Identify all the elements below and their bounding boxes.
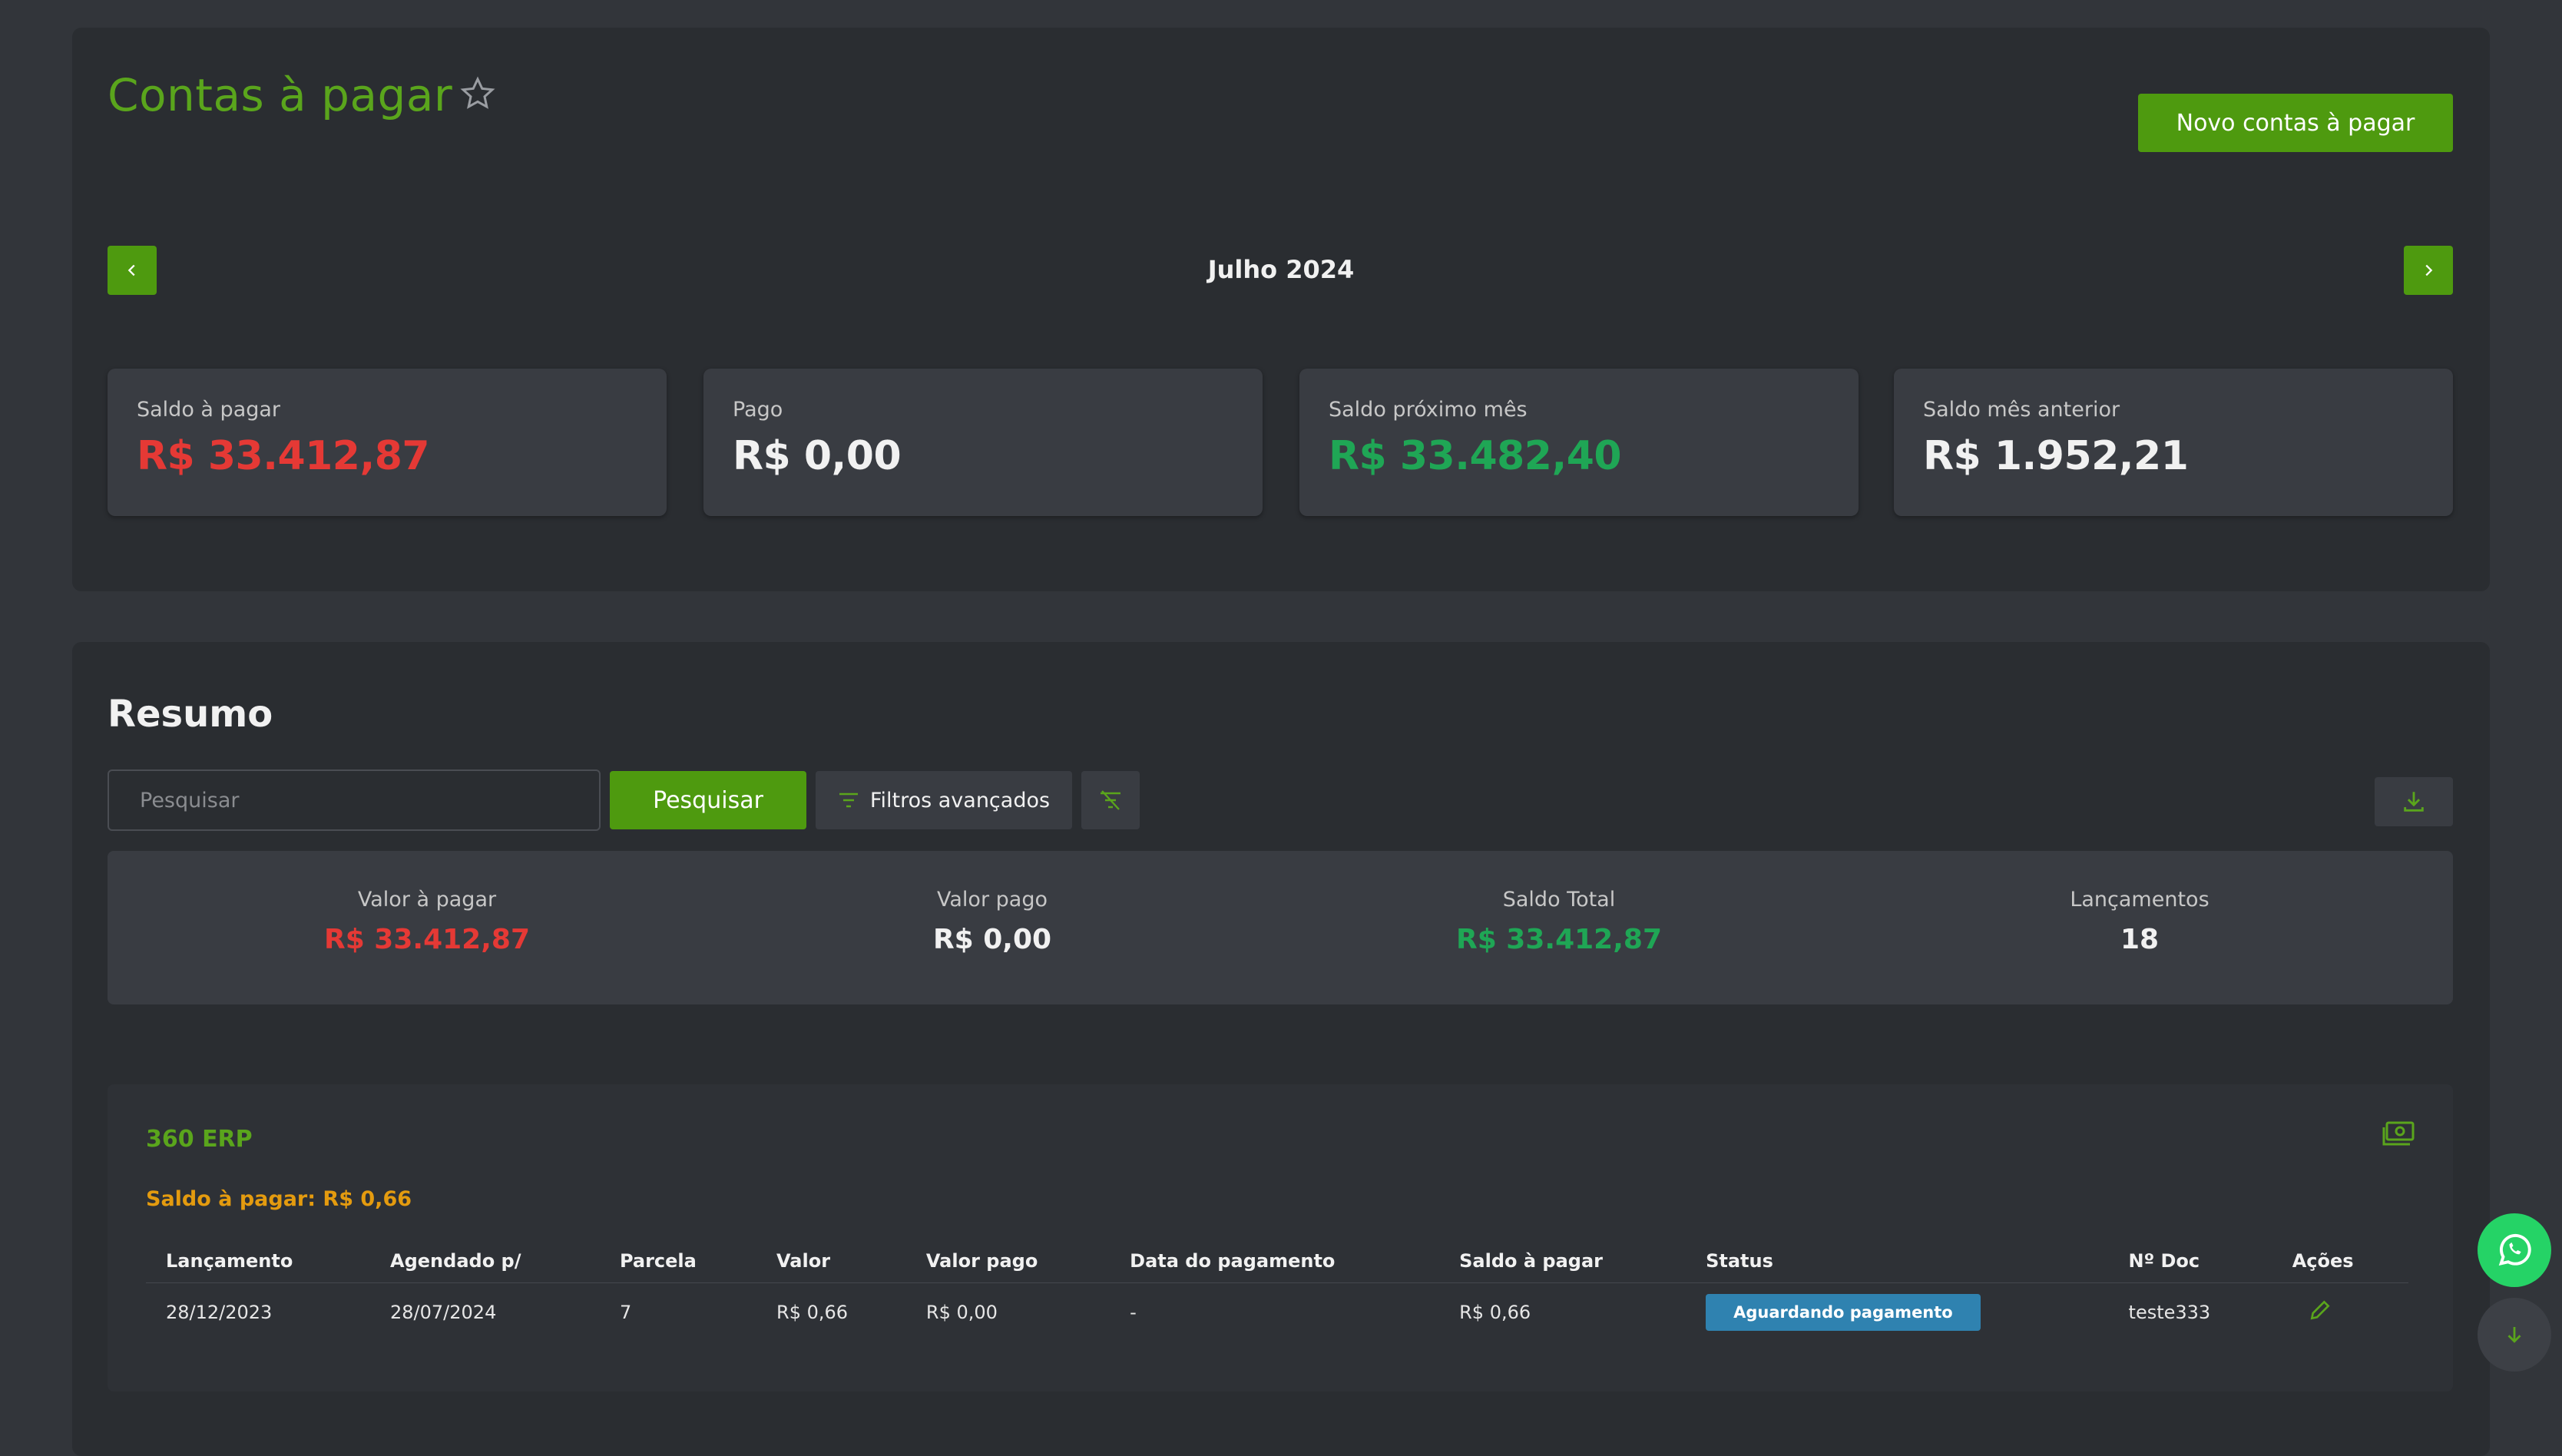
download-icon — [2404, 792, 2424, 812]
stat-label: Pago — [733, 398, 783, 422]
stat-value: R$ 33.412,87 — [137, 433, 430, 479]
column-header: Lançamento — [146, 1243, 371, 1283]
stat-label: Saldo próximo mês — [1329, 398, 1528, 422]
summary-value: R$ 0,00 — [932, 924, 1052, 955]
summary-saldo-total: Saldo Total R$ 33.412,87 — [1329, 888, 1789, 955]
supplier-group: 360 ERP Saldo à pagar: R$ 0,66 Lançament… — [108, 1084, 2453, 1391]
summary-valor-a-pagar: Valor à pagar R$ 33.412,87 — [197, 888, 657, 955]
page-title: Contas à pagar — [108, 69, 453, 121]
cell-lancamento: 28/12/2023 — [166, 1302, 273, 1323]
cell-actions — [2272, 1283, 2408, 1342]
cell-data-pagamento: - — [1130, 1302, 1137, 1323]
summary-card: Resumo Pesquisar Filtros avançados Valor… — [72, 642, 2490, 1456]
stat-card-saldo-a-pagar: Saldo à pagar R$ 33.412,87 — [108, 369, 667, 516]
summary-lancamentos: Lançamentos 18 — [1909, 888, 2370, 955]
supplier-name: 360 ERP — [146, 1126, 253, 1153]
table-row: 28/12/2023 28/07/2024 7 R$ 0,66 R$ 0,00 … — [146, 1283, 2408, 1342]
cell-doc: teste333 — [2128, 1302, 2211, 1323]
star-favorite-icon[interactable] — [459, 75, 496, 112]
current-month-label: Julho 2024 — [1207, 255, 1355, 284]
summary-valor-pago: Valor pago R$ 0,00 — [762, 888, 1223, 955]
stat-value: R$ 33.482,40 — [1329, 433, 1622, 479]
status-badge: Aguardando pagamento — [1706, 1294, 1981, 1331]
next-month-button[interactable] — [2404, 246, 2453, 295]
download-button[interactable] — [2375, 777, 2453, 826]
clear-filters-button[interactable] — [1081, 771, 1140, 829]
column-header: Data do pagamento — [1110, 1243, 1440, 1283]
stat-card-saldo-proximo-mes: Saldo próximo mês R$ 33.482,40 — [1299, 369, 1859, 516]
cell-valor-pago: R$ 0,00 — [925, 1302, 998, 1323]
arrow-down-icon — [2507, 1327, 2521, 1343]
whatsapp-icon — [2498, 1233, 2531, 1266]
summary-value: 18 — [2120, 924, 2160, 955]
cell-saldo: R$ 0,66 — [1459, 1302, 1531, 1323]
stat-label: Saldo mês anterior — [1923, 398, 2120, 422]
new-account-payable-button[interactable]: Novo contas à pagar — [2138, 94, 2453, 152]
column-header: Parcela — [599, 1243, 757, 1283]
scroll-down-button[interactable] — [2478, 1298, 2551, 1372]
supplier-balance: Saldo à pagar: R$ 0,66 — [146, 1187, 412, 1211]
cell-valor: R$ 0,66 — [776, 1302, 849, 1323]
summary-label: Valor pago — [937, 888, 1048, 912]
filter-icon — [839, 793, 858, 808]
accounts-payable-header-card: Contas à pagar Novo contas à pagar Julho… — [72, 28, 2490, 591]
stat-card-saldo-mes-anterior: Saldo mês anterior R$ 1.952,21 — [1894, 369, 2453, 516]
payables-table: Lançamento Agendado p/ Parcela Valor Val… — [146, 1243, 2408, 1342]
table-header-row: Lançamento Agendado p/ Parcela Valor Val… — [146, 1243, 2408, 1283]
edit-pencil-icon[interactable] — [2292, 1298, 2332, 1327]
summary-label: Valor à pagar — [357, 888, 497, 912]
whatsapp-button[interactable] — [2478, 1213, 2551, 1287]
advanced-filters-button[interactable]: Filtros avançados — [816, 771, 1072, 829]
column-header: Valor — [756, 1243, 906, 1283]
filter-off-icon — [1101, 790, 1120, 810]
search-button[interactable]: Pesquisar — [610, 771, 806, 829]
stat-value: R$ 1.952,21 — [1923, 433, 2189, 479]
cell-parcela: 7 — [619, 1302, 632, 1323]
column-header: Saldo à pagar — [1439, 1243, 1686, 1283]
stat-card-pago: Pago R$ 0,00 — [703, 369, 1263, 516]
stat-value: R$ 0,00 — [733, 433, 902, 479]
cell-agendado: 28/07/2024 — [390, 1302, 497, 1323]
column-header: Nº Doc — [2108, 1243, 2272, 1283]
chevron-right-icon — [2425, 264, 2433, 276]
summary-label: Saldo Total — [1502, 888, 1616, 912]
cell-status: Aguardando pagamento — [1686, 1283, 2108, 1342]
search-input[interactable] — [108, 769, 601, 831]
summary-totals: Valor à pagar R$ 33.412,87 Valor pago R$… — [108, 851, 2453, 1004]
summary-label: Lançamentos — [2070, 888, 2209, 912]
section-title: Resumo — [108, 693, 273, 736]
column-header: Agendado p/ — [370, 1243, 600, 1283]
advanced-filters-label: Filtros avançados — [869, 788, 1051, 812]
stat-label: Saldo à pagar — [137, 398, 281, 422]
column-header: Ações — [2272, 1243, 2408, 1283]
summary-value: R$ 33.412,87 — [324, 924, 530, 955]
summary-value: R$ 33.412,87 — [1456, 924, 1662, 955]
column-header: Valor pago — [905, 1243, 1111, 1283]
column-header: Status — [1686, 1243, 2109, 1283]
money-icon[interactable] — [2382, 1120, 2416, 1147]
